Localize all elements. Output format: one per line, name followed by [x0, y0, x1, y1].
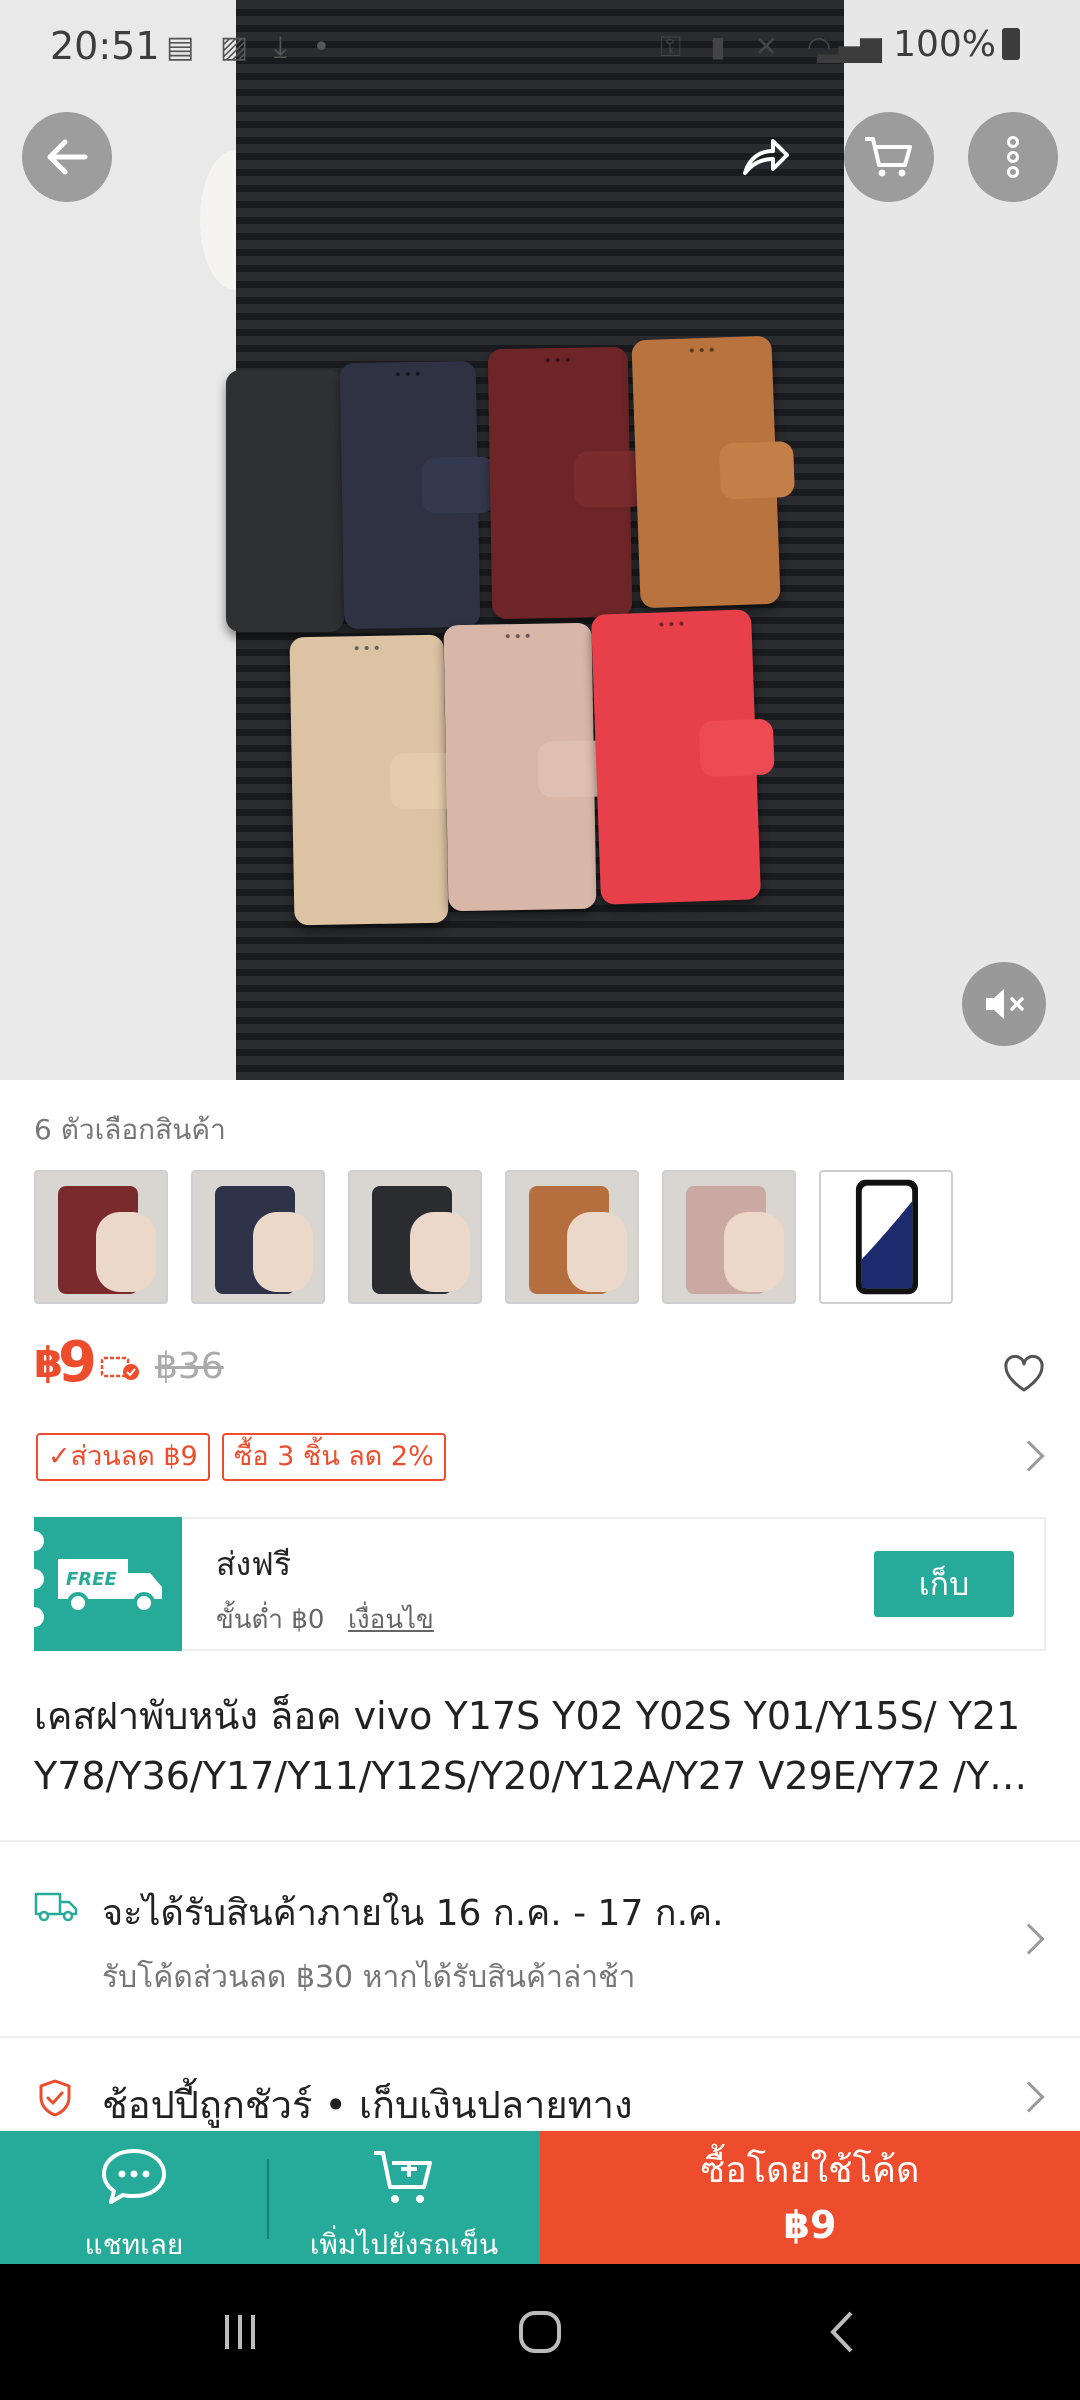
variation-thumbnails: [34, 1170, 953, 1304]
signal-icon: ▂▄▆: [817, 30, 882, 63]
bar-separator: [267, 2159, 269, 2239]
variation-thumb[interactable]: [348, 1170, 482, 1304]
discount-tag[interactable]: ✓ส่วนลด ฿9: [36, 1433, 210, 1481]
add-to-cart-icon: [374, 2151, 432, 2203]
divider: [0, 2036, 1080, 2038]
free-shipping-badge: FREE: [24, 1517, 182, 1651]
product-title-line1: เคสฝาพับหนัง ล็อค vivo Y17S Y02 Y02S Y01…: [34, 1694, 1021, 1738]
voucher-check-icon: [100, 1356, 139, 1380]
case-burgundy: [487, 346, 649, 620]
status-bar: 20:51 ▤ ▨ ⤓ • ⚿ ▮ ✕ ◠ ▂▄▆ 100%: [0, 0, 1080, 96]
mute-button[interactable]: [962, 962, 1046, 1046]
variation-thumb[interactable]: [191, 1170, 325, 1304]
shield-check-icon: [39, 2079, 71, 2117]
chevron-right-icon: [1013, 1923, 1045, 1955]
collect-voucher-button[interactable]: เก็บ: [874, 1551, 1014, 1617]
product-title[interactable]: เคสฝาพับหนัง ล็อค vivo Y17S Y02 Y02S Y01…: [34, 1686, 1046, 1806]
product-media[interactable]: 20:51 ▤ ▨ ⤓ • ⚿ ▮ ✕ ◠ ▂▄▆ 100%: [0, 0, 1080, 1080]
guarantee-text: ช้อปปี้ถูกชัวร์ • เก็บเงินปลายทาง: [102, 2083, 633, 2127]
add-to-cart-label: เพิ่มไปยังรถเข็น: [309, 2228, 499, 2261]
buy-label: ซื้อโดยใช้โค้ด: [700, 2150, 920, 2191]
variation-thumb-screen-protector[interactable]: [819, 1170, 953, 1304]
free-shipping-title: ส่งฟรี: [216, 1545, 291, 1583]
screen-protector-image: [855, 1179, 919, 1295]
product-title-line2: Y78/Y36/Y17/Y11/Y12S/Y20/Y12A/Y27 V29E/Y…: [34, 1754, 1046, 1798]
current-price: 9: [58, 1330, 97, 1395]
chevron-right-icon: [1013, 2081, 1045, 2113]
bottom-action-bar: แชทเลย เพิ่มไปยังรถเข็น ซื้อโดยใช้โค้ด ฿…: [0, 2131, 1080, 2264]
buy-price: ฿9: [783, 2203, 837, 2247]
late-delivery-voucher-note: รับโค้ดส่วนลด ฿30 หากได้รับสินค้าล่าช้า: [102, 1960, 636, 1995]
system-back-button[interactable]: [804, 2304, 884, 2360]
buy-with-voucher-button[interactable]: ซื้อโดยใช้โค้ด ฿9: [540, 2131, 1080, 2264]
chat-label: แชทเลย: [84, 2228, 184, 2261]
cart-button[interactable]: [844, 112, 934, 202]
case-beige: [289, 634, 465, 926]
chat-button[interactable]: แชทเลย: [0, 2131, 268, 2264]
home-button[interactable]: [500, 2304, 580, 2360]
system-navigation-bar: [0, 2264, 1080, 2400]
case-brown: [631, 335, 795, 609]
divider: [0, 1840, 1080, 1842]
system-icons: ⚿ ▮ ✕ ◠: [660, 30, 842, 63]
free-shipping-voucher[interactable]: FREE ส่งฟรี ขั้นต่ำ ฿0 เงื่อนไข เก็บ: [24, 1517, 1046, 1651]
case-navy: [339, 360, 497, 630]
battery-percent: 100%: [893, 24, 996, 65]
chat-icon: [102, 2149, 166, 2204]
free-badge-text: FREE: [66, 1569, 117, 1590]
product-page: 20:51 ▤ ▨ ⤓ • ⚿ ▮ ✕ ◠ ▂▄▆ 100% 6 ตัวเลือ…: [0, 0, 1080, 2400]
variation-thumb[interactable]: [662, 1170, 796, 1304]
more-vertical-icon: [1007, 136, 1019, 178]
chevron-right-icon[interactable]: [1013, 1440, 1045, 1472]
share-button[interactable]: [720, 112, 810, 202]
heart-icon[interactable]: [1000, 1350, 1048, 1398]
variation-thumb[interactable]: [505, 1170, 639, 1304]
terms-link[interactable]: เงื่อนไข: [348, 1599, 434, 1640]
delivery-truck-icon: [34, 1892, 78, 1922]
variations-count-label: 6 ตัวเลือกสินค้า: [34, 1113, 226, 1146]
variation-thumb[interactable]: [34, 1170, 168, 1304]
chevron-left-icon: [830, 2311, 853, 2353]
back-button[interactable]: [22, 112, 112, 202]
battery-icon: [1002, 28, 1020, 60]
bundle-deal-tag[interactable]: ซื้อ 3 ชิ้น ลด 2%: [222, 1433, 446, 1481]
more-options-button[interactable]: [968, 112, 1058, 202]
cart-icon: [865, 137, 912, 177]
home-icon: [519, 2311, 561, 2353]
min-spend-text: ขั้นต่ำ ฿0: [216, 1605, 325, 1635]
truck-icon: FREE: [58, 1559, 162, 1614]
notification-icons: ▤ ▨ ⤓ •: [166, 30, 339, 65]
arrow-left-icon: [47, 139, 88, 175]
volume-mute-icon: [986, 989, 1024, 1019]
add-to-cart-button[interactable]: เพิ่มไปยังรถเข็น: [270, 2131, 538, 2264]
original-price: ฿36: [155, 1346, 224, 1387]
share-icon: [743, 139, 789, 175]
recent-apps-icon: [225, 2315, 255, 2349]
delivery-estimate: จะได้รับสินค้าภายใน 16 ก.ค. - 17 ก.ค.: [102, 1893, 724, 1934]
recent-apps-button[interactable]: [200, 2304, 280, 2360]
case-red: [590, 609, 775, 905]
case-rose: [443, 622, 613, 912]
case-black: [226, 370, 344, 632]
status-time: 20:51: [50, 24, 160, 68]
status-right: ▂▄▆ 100%: [817, 24, 1020, 65]
